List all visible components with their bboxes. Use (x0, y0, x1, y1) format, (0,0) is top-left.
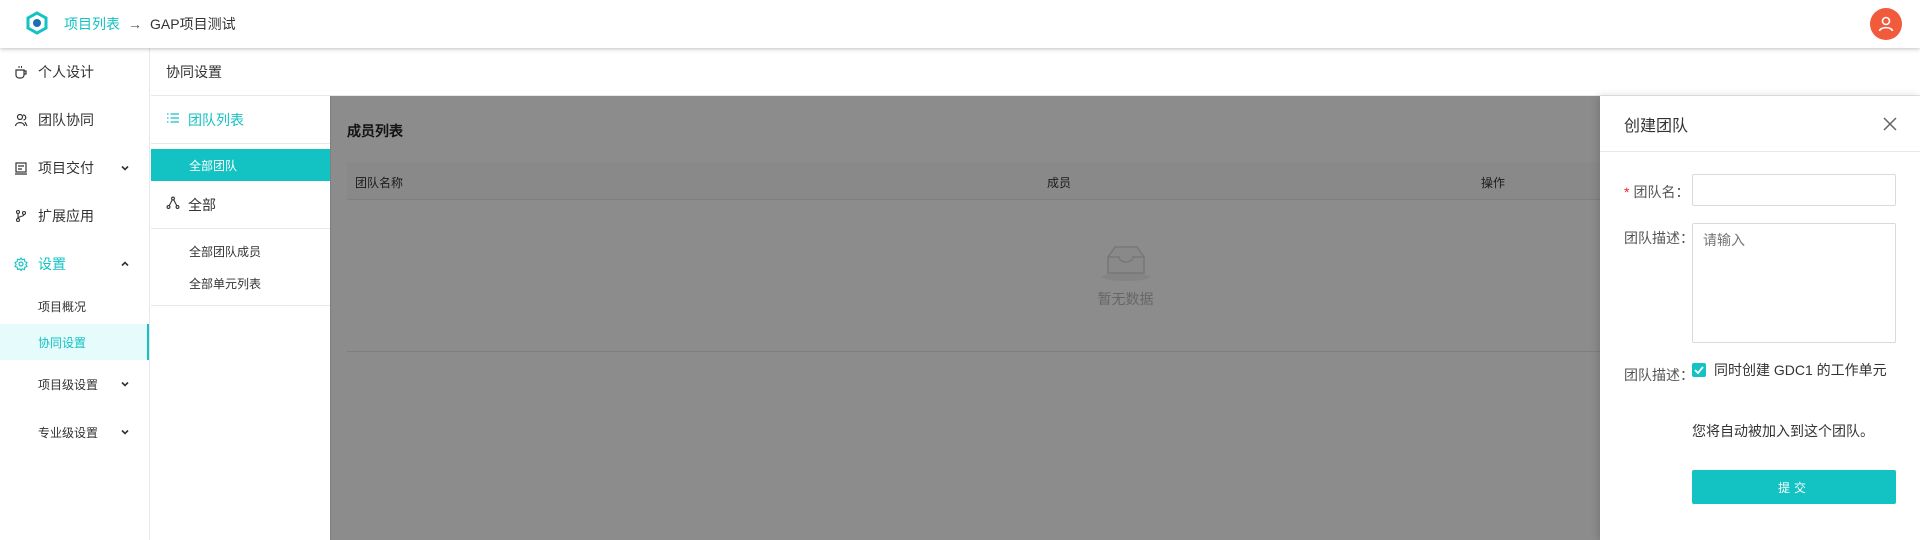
team-item-all-units[interactable]: 全部单元列表 (151, 267, 330, 299)
drawer-title: 创建团队 (1624, 117, 1689, 135)
page-title: 协同设置 (151, 48, 1920, 96)
team-list-title: 团队列表 (188, 111, 244, 128)
auto-join-note: 您将自动被加入到这个团队。 (1692, 423, 1874, 439)
create-unit-checkbox-row[interactable]: 同时创建 GDC1 的工作单元 (1692, 360, 1896, 380)
close-icon[interactable] (1882, 116, 1898, 132)
sidebar-subitem-discipline-level[interactable]: 专业级设置 (0, 408, 149, 456)
breadcrumb-current: GAP项目测试 (150, 16, 236, 32)
team-desc-label: 团队描述： (1624, 230, 1694, 246)
sidebar-item-label: 设置 (38, 256, 66, 272)
sidebar-item-label: 扩展应用 (38, 208, 94, 224)
sidebar-item-label: 项目交付 (38, 160, 94, 176)
sidebar-item-label: 专业级设置 (38, 425, 99, 440)
team-item-all-teams[interactable]: 全部团队 (151, 149, 330, 181)
sidebar-item-personal-design[interactable]: 个人设计 (0, 48, 149, 96)
app-logo-icon[interactable] (24, 11, 50, 37)
team-list-header[interactable]: 团队列表 (151, 96, 330, 144)
user-avatar[interactable] (1870, 8, 1902, 40)
team-desc-textarea[interactable] (1692, 223, 1896, 343)
chevron-down-icon[interactable] (119, 162, 131, 174)
check-icon (1694, 366, 1704, 375)
main-sidebar: 个人设计 团队协同 项目交付 扩展应用 设置 项目概况 协同设置 项目级设置 专… (0, 48, 150, 540)
sidebar-item-extensions[interactable]: 扩展应用 (0, 192, 149, 240)
team-item-all-members[interactable]: 全部团队成员 (151, 235, 330, 267)
submit-button[interactable]: 提交 (1692, 470, 1896, 504)
drawer-header: 创建团队 (1600, 96, 1920, 152)
sidebar-item-label: 个人设计 (38, 64, 94, 80)
sidebar-item-label: 项目级设置 (38, 377, 99, 392)
network-icon (166, 196, 180, 213)
create-team-drawer: 创建团队 *团队名： 团队描述： 团队描述： 同时创建 GDC1 的工作单元 您… (1600, 96, 1920, 540)
users-icon (14, 113, 28, 127)
top-header: 项目列表 → GAP项目测试 (0, 0, 1920, 48)
user-icon (1878, 16, 1894, 32)
sidebar-subitem-collab-settings[interactable]: 协同设置 (0, 324, 149, 360)
sidebar-item-team-collab[interactable]: 团队协同 (0, 96, 149, 144)
list-icon (166, 111, 180, 128)
breadcrumb-project-list[interactable]: 项目列表 (64, 14, 120, 34)
branch-icon (14, 209, 28, 223)
chevron-down-icon[interactable] (119, 426, 131, 438)
cup-icon (14, 65, 28, 79)
team-panel: 团队列表 全部团队 全部 全部团队成员 全部单元列表 (151, 96, 331, 540)
gear-icon (14, 257, 28, 271)
sidebar-item-settings[interactable]: 设置 (0, 240, 149, 288)
sidebar-subitem-project-overview[interactable]: 项目概况 (0, 288, 149, 324)
required-mark: * (1624, 184, 1630, 200)
sidebar-item-project-delivery[interactable]: 项目交付 (0, 144, 149, 192)
team-name-label-text: 团队名： (1633, 184, 1690, 200)
team-name-input[interactable] (1692, 174, 1896, 206)
team-sublist: 全部团队成员 全部单元列表 (151, 229, 330, 306)
team-group-all[interactable]: 全部 (151, 181, 330, 229)
breadcrumb-separator: → (128, 16, 142, 32)
sidebar-item-label: 团队协同 (38, 112, 94, 128)
chevron-down-icon[interactable] (119, 378, 131, 390)
modal-mask[interactable] (330, 96, 1600, 540)
sidebar-subitem-project-level[interactable]: 项目级设置 (0, 360, 149, 408)
checkbox-label: 团队描述： (1624, 367, 1694, 383)
delivery-icon (14, 161, 28, 175)
create-unit-checkbox[interactable] (1692, 363, 1706, 377)
create-unit-checkbox-text: 同时创建 GDC1 的工作单元 (1714, 362, 1887, 378)
chevron-up-icon[interactable] (119, 258, 131, 270)
team-group-label: 全部 (188, 196, 216, 213)
team-name-label: * 团队名： (1624, 182, 1689, 202)
